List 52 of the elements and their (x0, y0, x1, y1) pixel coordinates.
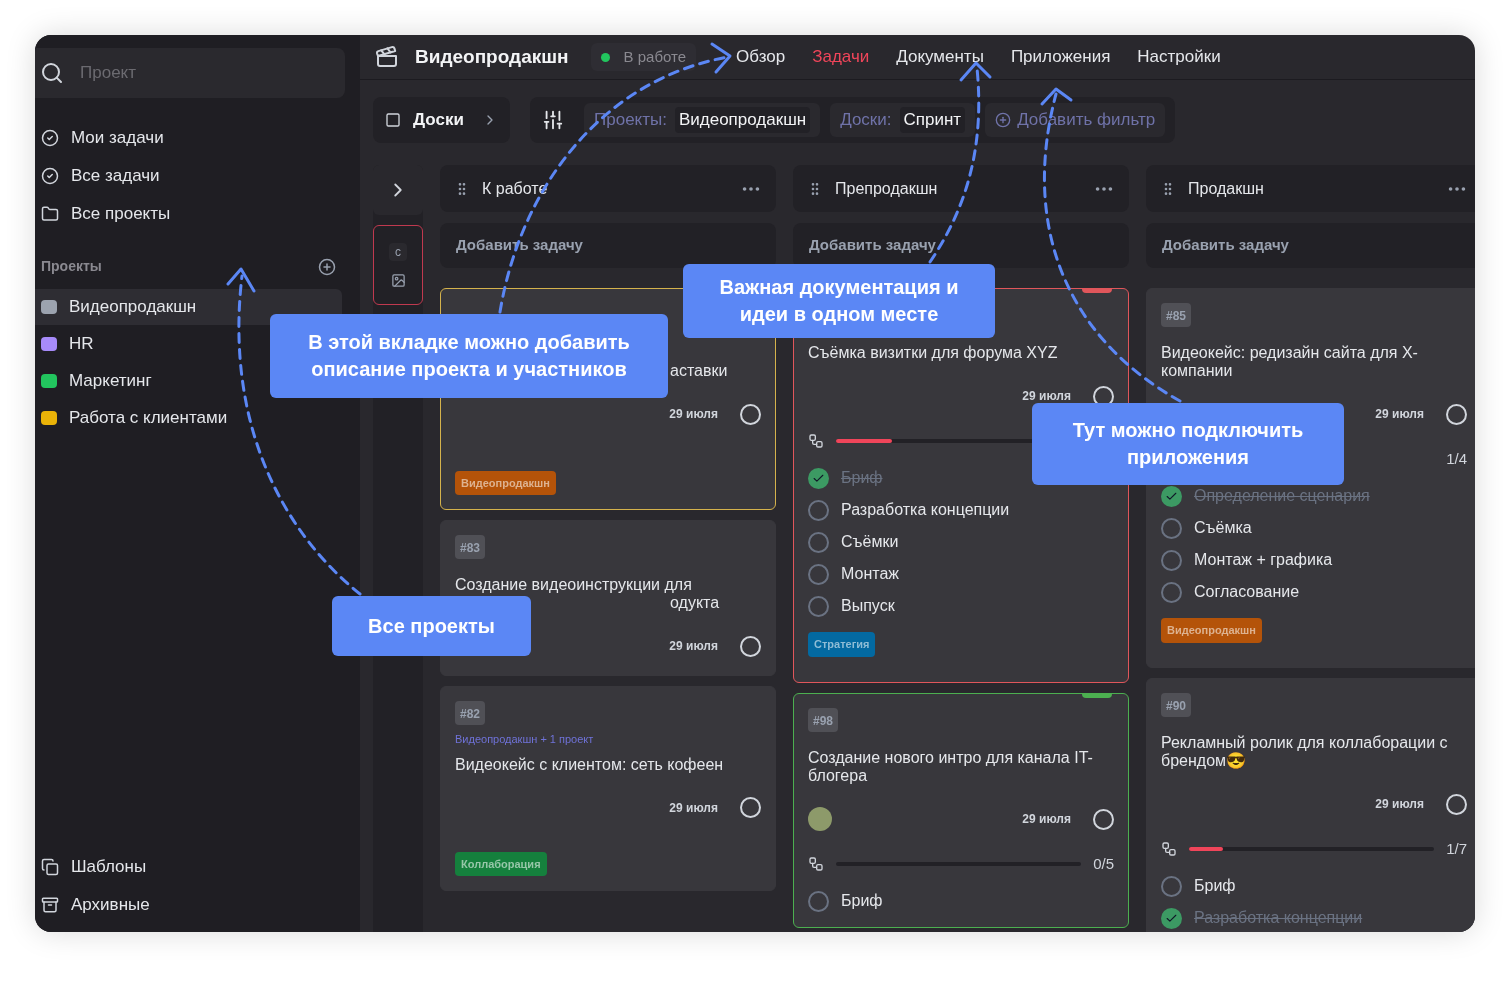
section-heading: Проекты (41, 257, 102, 276)
hint-tooltip: Все проекты (332, 596, 531, 656)
task-number: #83 (455, 535, 486, 559)
filter-value: Видеопродакшн (674, 107, 811, 133)
due-date: 29 июля (1022, 388, 1071, 405)
checklist-item: Определение сценария (1194, 486, 1370, 506)
task-title: Съёмка визитки для форума XYZ (808, 344, 1059, 362)
checklist-item: Выпуск (841, 596, 895, 616)
checklist-item: Бриф (841, 468, 883, 488)
tag: Видеопродакшн (1161, 618, 1262, 643)
hint-tooltip: В этой вкладке можно добавить описание проекта и участников (270, 314, 668, 398)
checklist-item: Съёмки (841, 532, 899, 552)
task-number: #82 (455, 701, 486, 725)
hint-tooltip: Важная документация и идеи в одном месте (683, 264, 995, 338)
task-title: Рекламный ролик для коллаборации с брендом😎 (1161, 734, 1449, 770)
tag: Стратегия (808, 632, 876, 657)
tag: Коллаборация (455, 851, 547, 876)
tag: Видеопродакшн (455, 470, 556, 495)
task-title: аставки (670, 362, 728, 380)
column-title: Препродакшн (835, 178, 938, 199)
filter-value: Спринт (899, 107, 966, 133)
column-title: Продакшн (1188, 178, 1264, 199)
filter-label: Проекты: (594, 109, 667, 132)
checklist-item: Согласование (1194, 582, 1300, 602)
checklist-item: Разработка концепции (841, 500, 1010, 520)
task-number: #85 (1161, 303, 1192, 327)
checklist-item: Разработка концепции (1194, 908, 1363, 928)
avatar-letter: c (389, 242, 407, 261)
task-number: #98 (808, 708, 839, 732)
task-title: одукта (670, 594, 720, 612)
hint-tooltip: Тут можно подключить приложения (1032, 403, 1344, 485)
progress-count: 1/4 (1446, 448, 1467, 469)
task-title: Создание видеоинструкции для (455, 576, 693, 594)
checklist-item: Монтаж (841, 564, 899, 584)
due-date: 29 июля (1022, 811, 1071, 828)
due-date: 29 июля (669, 638, 718, 655)
filter-label: Доски: (840, 109, 892, 132)
progress-count: 0/5 (1093, 853, 1114, 874)
checklist-item: Съёмка (1194, 518, 1252, 538)
task-title: Видеокейс: редизайн сайта для X-компании (1161, 344, 1419, 380)
checklist-item: Монтаж + графика (1194, 550, 1333, 570)
checklist-item: Бриф (1194, 876, 1236, 896)
task-title: Создание нового интро для канала IT-блогера (808, 749, 1094, 785)
due-date: 29 июля (669, 799, 718, 817)
progress-count: 1/7 (1446, 838, 1467, 859)
task-title: Видеокейс с клиентом: сеть кофеен (455, 755, 725, 774)
due-date: 29 июля (1375, 796, 1424, 813)
due-date: 29 июля (669, 406, 718, 423)
task-number: #90 (1161, 693, 1192, 717)
due-date: 29 июля (1375, 406, 1424, 423)
checklist-item: Бриф (841, 891, 883, 911)
project-title: Видеопродакшн (415, 44, 569, 69)
